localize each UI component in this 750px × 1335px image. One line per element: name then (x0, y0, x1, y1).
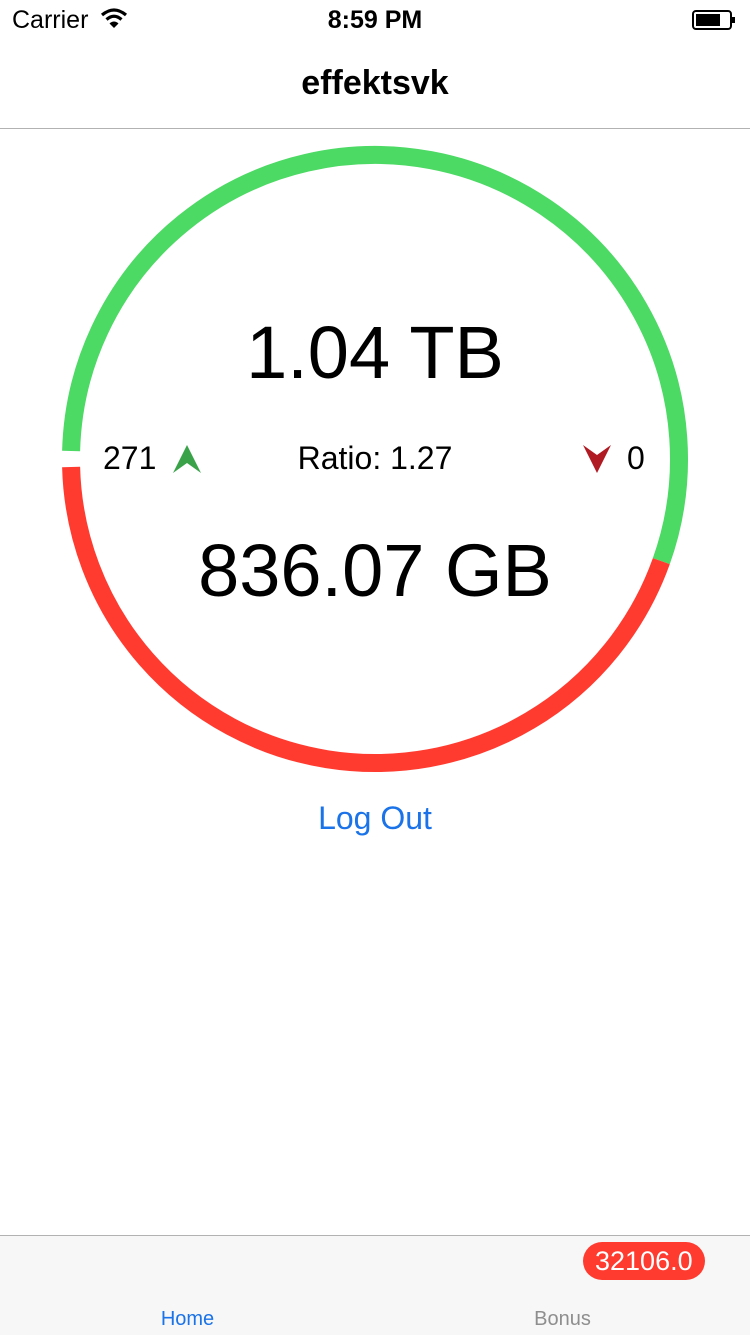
leeching-count: 0 (627, 440, 645, 476)
uploaded-amount: 1.04 TB (246, 311, 504, 394)
tab-home[interactable]: Home (0, 1308, 375, 1331)
logout-button[interactable]: Log Out (0, 800, 750, 837)
ratio-ring (62, 146, 688, 772)
download-arc (62, 466, 670, 772)
downloaded-amount: 836.07 GB (198, 529, 552, 612)
down-arrow-icon (583, 445, 611, 473)
tab-bonus[interactable]: Bonus (375, 1308, 750, 1331)
bonus-badge: 32106.0 (583, 1242, 705, 1280)
tab-bar: Home Bonus 32106.0 (0, 1235, 750, 1335)
